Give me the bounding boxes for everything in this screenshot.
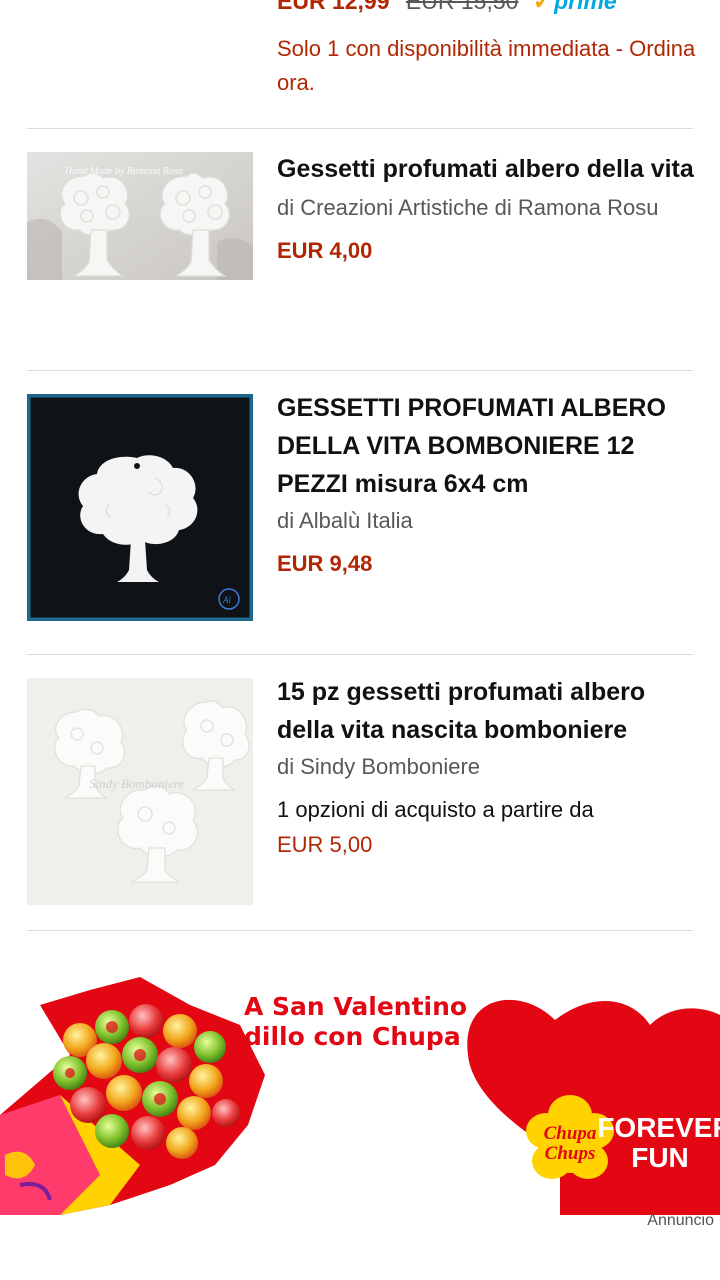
ad-headline-line1: A San Valentino [244,992,467,1021]
chupa-chups-ad-banner[interactable]: Chupa Chups FOREVER FUN A San Valentino … [0,965,720,1215]
product-card-2[interactable]: Ai GESSETTI PROFUMATI ALBERO DELLA VITA … [0,370,720,654]
product-price: EUR 9,48 [277,551,373,576]
prime-label: prime [554,0,617,14]
top-item-price-row: EUR 12,99 EUR 15,50 ✓prime [277,0,617,15]
ad-headline-line2: dillo con Chupa Chups [244,1022,556,1051]
prime-check-icon: ✓ [532,0,553,14]
registered-mark: ® [587,1020,600,1035]
product-byline[interactable]: di Sindy Bomboniere [277,749,697,784]
product-info-2: GESSETTI PROFUMATI ALBERO DELLA VITA BOM… [277,389,697,577]
brand-line1: Chupa [544,1123,597,1144]
svg-text:Ai: Ai [222,595,231,605]
brand-line2: Chups [545,1143,596,1164]
product-card-1[interactable]: Hand Made by Ramona Rosu Gessetti profum… [0,128,720,370]
product-byline[interactable]: di Creazioni Artistiche di Ramona Rosu [277,190,697,225]
product-title[interactable]: Gessetti profumati albero della vita [277,150,697,188]
product-image-1[interactable]: Hand Made by Ramona Rosu [27,152,253,280]
top-item-availability: Solo 1 con disponibilità immediata - Ord… [277,36,696,95]
product-title[interactable]: 15 pz gessetti profumati albero della vi… [277,673,697,749]
slogan-line2: FUN [631,1142,689,1173]
image-watermark: Hand Made by Ramona Rosu [64,166,183,177]
tree-of-life-chalks-image: Sindy Bomboniere [27,678,253,905]
product-title[interactable]: GESSETTI PROFUMATI ALBERO DELLA VITA BOM… [277,389,697,503]
product-price: EUR 5,00 [277,832,373,857]
purchase-options-text[interactable]: 1 opzioni di acquisto a partire da [277,793,697,827]
ad-label[interactable]: Annuncio [647,1212,714,1230]
image-watermark: Sindy Bomboniere [89,776,184,791]
divider [27,930,693,931]
tree-of-life-chalks-image: Hand Made by Ramona Rosu [27,152,253,280]
tree-of-life-chalk-image: Ai [27,394,253,621]
top-item-price: EUR 12,99 [277,0,390,14]
product-card-3[interactable]: Sindy Bomboniere 15 pz gessetti profumat… [0,654,720,930]
product-image-3[interactable]: Sindy Bomboniere [27,678,253,905]
top-item-old-price: EUR 15,50 [405,0,519,14]
product-byline[interactable]: di Albalù Italia [277,503,697,538]
prime-badge: ✓prime [533,0,617,14]
product-info-1: Gessetti profumati albero della vita di … [277,150,697,264]
ad-artwork: Chupa Chups FOREVER FUN A San Valentino … [0,977,720,1215]
product-image-2[interactable]: Ai [27,394,253,621]
product-price: EUR 4,00 [277,238,373,263]
product-info-3: 15 pz gessetti profumati albero della vi… [277,673,697,862]
slogan-line1: FOREVER [597,1112,720,1143]
